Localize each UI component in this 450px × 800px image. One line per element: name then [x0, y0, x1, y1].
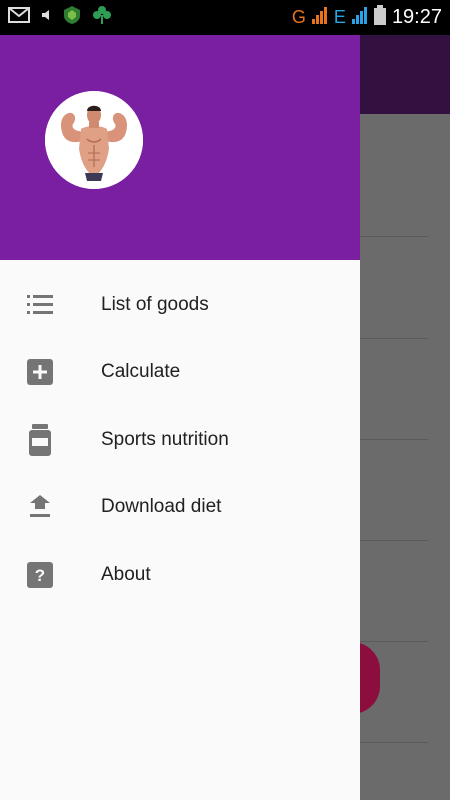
drawer-header [0, 35, 360, 260]
shield-icon [62, 5, 82, 30]
menu-item-calculate[interactable]: Calculate [0, 339, 360, 407]
menu-item-label: About [101, 563, 151, 585]
list-divider [360, 439, 428, 440]
menu-item-label: List of goods [101, 293, 209, 315]
battery-icon [373, 5, 386, 30]
svg-text:?: ? [35, 566, 45, 585]
upload-icon [26, 493, 54, 521]
menu-item-sports-nutrition[interactable]: Sports nutrition [0, 406, 360, 474]
plus-box-icon [26, 358, 54, 386]
drawer-menu: List of goods Calculate Sports nutrition… [0, 271, 360, 609]
jar-icon [26, 423, 54, 456]
clover-icon [92, 5, 112, 30]
network-g-label: G [291, 7, 306, 27]
list-divider [360, 742, 428, 743]
menu-item-label: Calculate [101, 361, 181, 383]
status-left-icons [8, 5, 112, 30]
list-divider [360, 236, 428, 237]
list-divider [360, 338, 428, 339]
signal-icon-2 [351, 6, 368, 29]
menu-item-list-of-goods[interactable]: List of goods [0, 271, 360, 339]
help-box-icon: ? [26, 561, 54, 589]
status-time: 19:27 [391, 6, 442, 28]
volume-icon [40, 8, 52, 27]
avatar[interactable] [45, 91, 143, 189]
status-right-icons: G E 19:27 [292, 5, 442, 30]
signal-icon [311, 6, 328, 29]
list-icon [26, 291, 54, 319]
gmail-icon [8, 7, 30, 28]
menu-item-about[interactable]: ? About [0, 541, 360, 609]
bodybuilder-avatar-icon [45, 91, 143, 189]
network-e-label: E [333, 7, 346, 27]
status-bar: G E 19:27 [0, 0, 450, 35]
navigation-drawer: List of goods Calculate Sports nutrition… [0, 35, 360, 800]
menu-item-download-diet[interactable]: Download diet [0, 474, 360, 542]
menu-item-label: Download diet [101, 496, 222, 518]
menu-item-label: Sports nutrition [101, 428, 229, 450]
list-divider [360, 540, 428, 541]
list-divider [360, 641, 428, 642]
